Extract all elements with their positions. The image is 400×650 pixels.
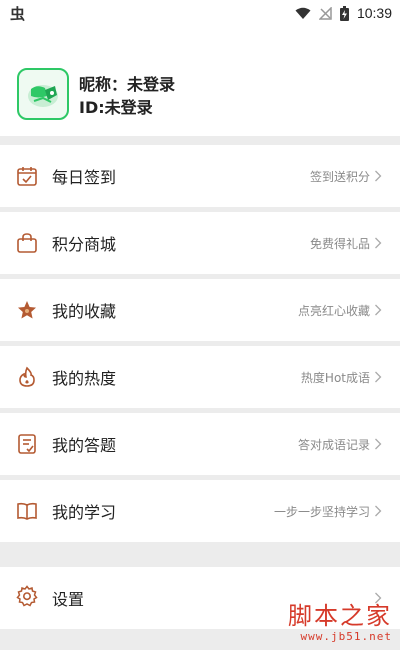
chevron-right-icon [375,371,382,383]
menu-item-hint: 签到送积分 [309,169,370,184]
menu-item-hint: 热度Hot成语 [300,370,370,385]
menu-item-label: 我的收藏 [52,302,117,321]
user-id-text: ID:未登录 [79,98,153,117]
chevron-right-icon [375,170,382,182]
menu-item-label: 积分商城 [52,235,117,254]
status-bar: 虫 10:39 [0,0,400,26]
clock: 10:39 [356,5,392,21]
calendar-check-icon [16,165,38,187]
notification-glyph: 虫 [10,4,26,23]
chevron-right-icon [375,237,382,249]
menu-item-study[interactable]: 我的学习 一步一步坚持学习 [0,480,400,542]
no-signal-icon [318,6,332,20]
menu-item-hint: 免费得礼品 [309,236,370,251]
menu-item-hint: 点亮红心收藏 [297,303,370,318]
status-icons: 10:39 [295,5,392,21]
menu-item-label: 我的热度 [52,369,117,388]
menu-item-hint: 一步一步坚持学习 [273,504,370,519]
watermark: 脚本之家 www.jb51.net [288,602,392,643]
notebook-icon [16,433,38,455]
menu-item-label: 我的答题 [52,436,117,455]
profile-card[interactable]: 昵称：未登录 ID:未登录 [0,26,400,136]
chevron-right-icon [375,505,382,517]
settings-label: 设置 [52,590,85,609]
chevron-right-icon [375,304,382,316]
menu-item-daily-checkin[interactable]: 每日签到 签到送积分 [0,145,400,207]
watermark-url: www.jb51.net [300,630,392,643]
menu-item-quiz[interactable]: 我的答题 答对成语记录 [0,413,400,475]
flame-icon [16,366,38,388]
watermark-title: 脚本之家 [288,602,392,630]
menu-item-hint: 答对成语记录 [297,437,370,452]
avatar-logo-icon [28,85,58,107]
avatar[interactable] [17,68,69,120]
open-book-icon [16,500,38,522]
battery-charging-icon [339,5,349,21]
menu-item-label: 我的学习 [52,503,117,522]
wifi-icon [295,7,311,19]
gear-icon [16,585,38,611]
menu-list: 每日签到 签到送积分 积分商城 免费得礼品 我的收藏 点亮红心收藏 我的热度 热… [0,145,400,547]
star-icon [16,299,38,321]
menu-item-label: 每日签到 [52,168,117,187]
nickname-text: 昵称：未登录 [79,75,176,94]
shopping-bag-icon [16,232,38,254]
menu-item-points-mall[interactable]: 积分商城 免费得礼品 [0,212,400,274]
menu-item-favorites[interactable]: 我的收藏 点亮红心收藏 [0,279,400,341]
menu-item-popularity[interactable]: 我的热度 热度Hot成语 [0,346,400,408]
chevron-right-icon [375,438,382,450]
